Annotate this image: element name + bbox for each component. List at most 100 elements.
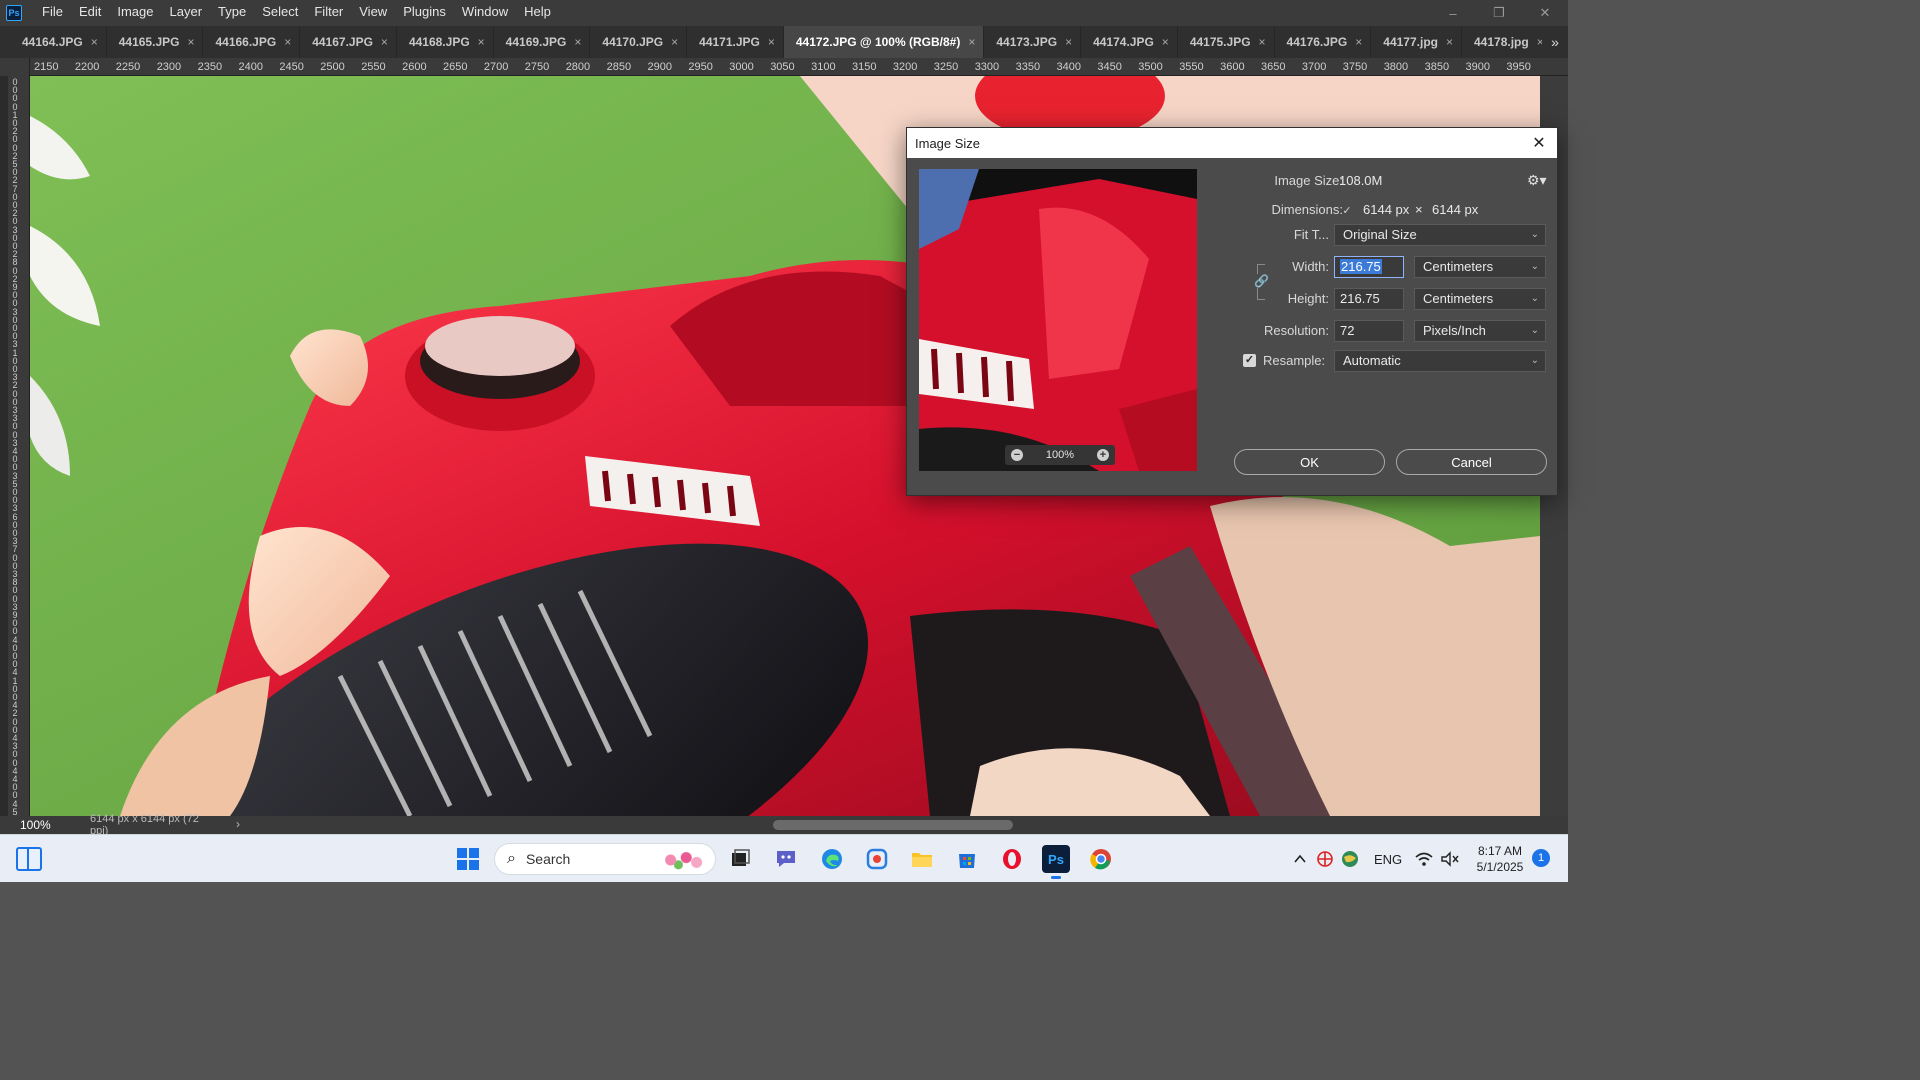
tab-close-icon[interactable]: ×: [91, 35, 98, 49]
status-arrow-icon[interactable]: ›: [236, 817, 240, 831]
ruler-tick-label: 3050: [770, 61, 795, 73]
tab-close-icon[interactable]: ×: [478, 35, 485, 49]
document-tab[interactable]: 44178.jpg ×: [1462, 26, 1553, 58]
document-tab[interactable]: 44177.jpg ×: [1371, 26, 1462, 58]
taskbar-search-box[interactable]: ⌕ Search: [494, 843, 716, 875]
ruler-tick-label: 2150: [34, 61, 59, 73]
menu-layer[interactable]: Layer: [162, 0, 211, 26]
menu-type[interactable]: Type: [210, 0, 254, 26]
document-tab[interactable]: 44167.JPG ×: [300, 26, 397, 58]
taskbar-clock[interactable]: 8:17 AM 5/1/2025: [1470, 843, 1530, 875]
width-unit-dropdown[interactable]: Centimeters ⌄: [1414, 256, 1546, 278]
document-tab[interactable]: 44176.JPG ×: [1275, 26, 1372, 58]
height-input[interactable]: 216.75: [1334, 288, 1404, 310]
tab-close-icon[interactable]: ×: [1259, 35, 1266, 49]
tab-close-icon[interactable]: ×: [968, 35, 975, 49]
document-tab[interactable]: 44175.JPG ×: [1178, 26, 1275, 58]
tab-close-icon[interactable]: ×: [1446, 35, 1453, 49]
zoom-in-icon[interactable]: +: [1096, 449, 1109, 461]
document-tab[interactable]: 44166.JPG ×: [203, 26, 301, 58]
tab-close-icon[interactable]: ×: [1162, 35, 1169, 49]
file-explorer-icon[interactable]: [908, 845, 936, 873]
teams-chat-icon[interactable]: [772, 845, 800, 873]
resolution-unit-dropdown[interactable]: Pixels/Inch ⌄: [1414, 320, 1546, 342]
dimensions-dropdown-icon[interactable]: ✓: [1339, 202, 1355, 218]
minimize-button[interactable]: –: [1430, 0, 1476, 26]
tray-network-globe-icon[interactable]: [1340, 835, 1360, 883]
close-window-button[interactable]: ✕: [1522, 0, 1568, 26]
tab-close-icon[interactable]: ×: [1355, 35, 1362, 49]
document-tab[interactable]: 44173.JPG ×: [984, 26, 1082, 58]
show-hidden-icons-chevron[interactable]: [1292, 835, 1308, 883]
photoshop-taskbar-icon[interactable]: Ps: [1042, 845, 1070, 879]
menu-image[interactable]: Image: [109, 0, 161, 26]
active-app-indicator: [1051, 876, 1061, 879]
menu-file[interactable]: File: [34, 0, 71, 26]
edge-browser-icon[interactable]: [818, 845, 846, 873]
tab-close-icon[interactable]: ×: [381, 35, 388, 49]
ok-button[interactable]: OK: [1234, 449, 1385, 475]
tray-app-icon-red[interactable]: [1316, 835, 1334, 883]
tab-close-icon[interactable]: ×: [284, 35, 291, 49]
menu-edit[interactable]: Edit: [71, 0, 109, 26]
lens-app-icon[interactable]: [863, 845, 891, 873]
resample-checkbox[interactable]: ✓: [1243, 354, 1256, 367]
document-tab[interactable]: 44171.JPG ×: [687, 26, 784, 58]
tab-overflow-button[interactable]: »: [1542, 26, 1568, 58]
resample-value: Automatic: [1343, 353, 1401, 368]
opera-browser-icon[interactable]: [998, 845, 1026, 873]
clock-time: 8:17 AM: [1477, 844, 1523, 858]
ruler-tick-label: 2350: [197, 61, 223, 73]
ruler-tick-label: 3100: [811, 61, 836, 73]
notification-badge[interactable]: 1: [1532, 849, 1550, 867]
task-view-icon[interactable]: [726, 845, 754, 873]
language-indicator[interactable]: ENG: [1374, 835, 1402, 883]
restore-button[interactable]: ❐: [1476, 0, 1522, 26]
document-tab[interactable]: 44169.JPG ×: [494, 26, 591, 58]
menu-view[interactable]: View: [351, 0, 395, 26]
width-input[interactable]: 216.75: [1334, 256, 1404, 278]
constrain-proportions-link-icon[interactable]: 🔗: [1254, 274, 1269, 288]
windows-start-icon[interactable]: [454, 845, 482, 873]
tab-label: 44168.JPG: [408, 35, 470, 49]
tab-close-icon[interactable]: ×: [671, 35, 678, 49]
widgets-icon[interactable]: [16, 847, 42, 871]
resolution-input[interactable]: 72: [1334, 320, 1404, 342]
document-tab[interactable]: 44164.JPG ×: [10, 26, 107, 58]
height-unit-dropdown[interactable]: Centimeters ⌄: [1414, 288, 1546, 310]
volume-muted-icon[interactable]: [1440, 835, 1460, 883]
tab-label: 44174.JPG: [1093, 35, 1154, 49]
fit-to-dropdown[interactable]: Original Size ⌄: [1334, 224, 1546, 246]
photoshop-logo-icon[interactable]: Ps: [6, 5, 22, 21]
document-tab[interactable]: 44165.JPG ×: [107, 26, 204, 58]
settings-gear-icon[interactable]: ⚙▾: [1527, 172, 1547, 189]
menu-help[interactable]: Help: [516, 0, 559, 26]
menu-window[interactable]: Window: [454, 0, 516, 26]
document-tab[interactable]: 44170.JPG ×: [590, 26, 688, 58]
chrome-browser-icon[interactable]: [1087, 845, 1115, 873]
document-tab[interactable]: 44172.JPG @ 100% (RGB/8#) ×: [783, 26, 985, 58]
document-tab[interactable]: 44174.JPG ×: [1081, 26, 1178, 58]
horizontal-scrollbar[interactable]: [265, 820, 1535, 830]
scrollbar-thumb[interactable]: [773, 820, 1013, 830]
tab-close-icon[interactable]: ×: [187, 35, 194, 49]
menu-plugins[interactable]: Plugins: [395, 0, 454, 26]
zoom-out-icon[interactable]: −: [1011, 449, 1023, 461]
ruler-tick-label: 3850: [1424, 61, 1450, 73]
tab-close-icon[interactable]: ×: [1065, 35, 1072, 49]
tab-close-icon[interactable]: ×: [768, 35, 775, 49]
dimensions-height-value: 6144 px: [1432, 202, 1479, 217]
menu-select[interactable]: Select: [254, 0, 306, 26]
zoom-level[interactable]: 100%: [0, 818, 62, 832]
image-preview[interactable]: − 100% +: [919, 169, 1197, 471]
search-icon: ⌕: [507, 850, 516, 867]
document-tab[interactable]: 44168.JPG ×: [397, 26, 494, 58]
menu-filter[interactable]: Filter: [306, 0, 351, 26]
microsoft-store-icon[interactable]: [953, 845, 981, 873]
ruler-tick-label: 3300: [974, 61, 1000, 73]
resample-dropdown[interactable]: Automatic ⌄: [1334, 350, 1546, 372]
dialog-close-button[interactable]: ✕: [1521, 128, 1557, 158]
tab-close-icon[interactable]: ×: [574, 35, 581, 49]
wifi-icon[interactable]: [1414, 835, 1434, 883]
cancel-button[interactable]: Cancel: [1396, 449, 1547, 475]
